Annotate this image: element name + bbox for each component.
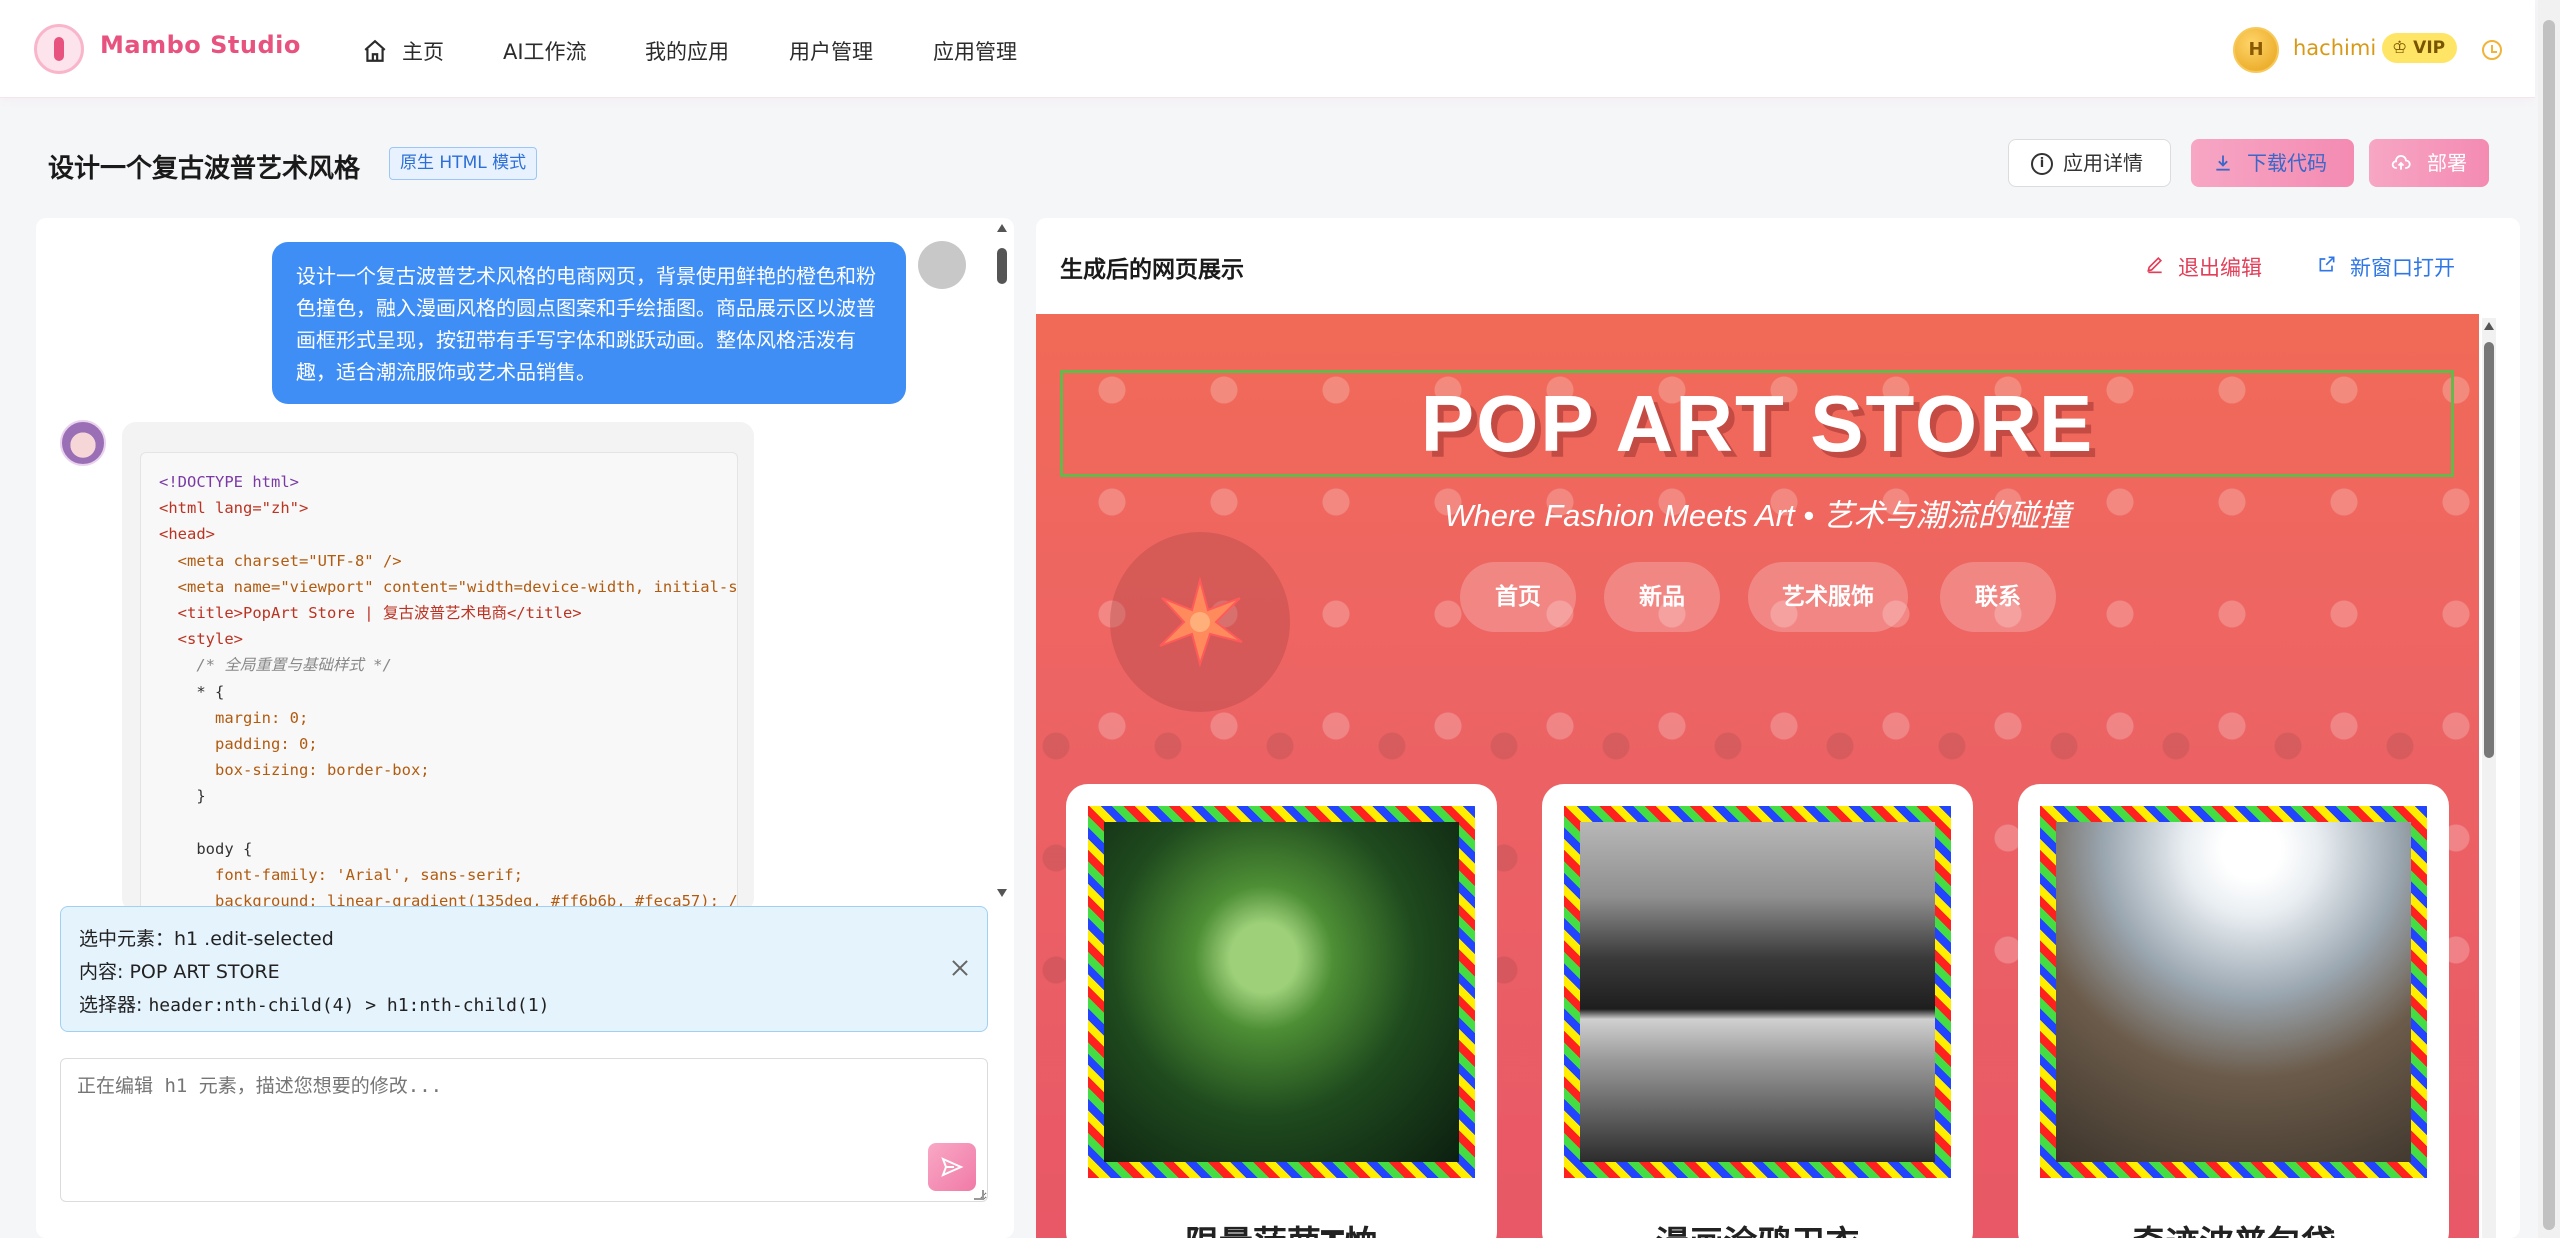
- site-nav-contact[interactable]: 联系: [1940, 562, 2056, 632]
- send-icon: [941, 1157, 964, 1177]
- vip-label: VIP: [2413, 38, 2446, 58]
- preview-title: 生成后的网页展示: [1060, 257, 1244, 283]
- selected-content-label: 内容:: [79, 961, 130, 983]
- open-new-window-button[interactable]: 新窗口打开: [2314, 252, 2455, 282]
- site-nav-art-clothing[interactable]: 艺术服饰: [1748, 562, 1908, 632]
- assistant-message: <!DOCTYPE html> <html lang="zh"> <head> …: [122, 422, 754, 912]
- deploy-button[interactable]: 部署: [2369, 139, 2489, 187]
- code-content: <!DOCTYPE html> <html lang="zh"> <head> …: [141, 453, 737, 912]
- download-code-button[interactable]: 下载代码: [2191, 139, 2354, 187]
- product-image: [2056, 822, 2411, 1162]
- selected-element-line: 选中元素：h1 .edit-selected: [79, 923, 969, 956]
- product-card[interactable]: 限量菠萝T恤: [1066, 784, 1497, 1238]
- edit-description-input[interactable]: [60, 1058, 988, 1202]
- code-line: padding: 0;: [159, 735, 318, 754]
- resize-handle[interactable]: [974, 1190, 984, 1200]
- download-icon: [2216, 155, 2230, 171]
- cloud-upload-icon: [2391, 155, 2411, 170]
- home-icon[interactable]: [362, 38, 388, 64]
- code-line: }: [159, 787, 206, 806]
- app-detail-button[interactable]: i 应用详情: [2008, 139, 2171, 187]
- selected-selector-label: 选择器:: [79, 994, 149, 1016]
- product-title: 限量菠萝T恤: [1066, 1216, 1497, 1238]
- code-line: margin: 0;: [159, 708, 309, 727]
- scroll-up-icon[interactable]: [997, 224, 1007, 232]
- code-line: <meta name="viewport" content="width=dev…: [159, 577, 738, 596]
- pop-frame: [2040, 806, 2427, 1178]
- code-line: <style>: [159, 630, 243, 649]
- vip-badge: ♔ VIP: [2382, 33, 2458, 63]
- info-icon: i: [2031, 153, 2053, 175]
- preview-viewport: POP ART STORE Where Fashion Meets Art • …: [1036, 314, 2479, 1238]
- code-line: <html lang="zh">: [159, 499, 309, 518]
- brand-name[interactable]: Mambo Studio: [100, 31, 301, 59]
- user-avatar[interactable]: H: [2233, 27, 2279, 73]
- user-message: 设计一个复古波普艺术风格的电商网页，背景使用鲜艳的橙色和粉色撞色，融入漫画风格的…: [272, 242, 906, 404]
- close-icon[interactable]: [951, 959, 969, 977]
- selected-selector-line: 选择器: header:nth-child(4) > h1:nth-child(…: [79, 989, 969, 1022]
- selected-content-value: POP ART STORE: [129, 961, 280, 983]
- download-code-label: 下载代码: [2247, 151, 2327, 175]
- site-nav-new[interactable]: 新品: [1604, 562, 1720, 632]
- nav-app-management[interactable]: 应用管理: [933, 37, 1017, 67]
- selected-content-line: 内容: POP ART STORE: [79, 956, 969, 989]
- selected-element-value: h1 .edit-selected: [174, 928, 334, 950]
- assistant-avatar: [60, 420, 106, 466]
- code-line: box-sizing: border-box;: [159, 761, 430, 780]
- code-line: <meta charset="UTF-8" />: [159, 551, 402, 570]
- chat-scrollbar[interactable]: [995, 222, 1009, 902]
- nav-my-apps[interactable]: 我的应用: [645, 37, 729, 67]
- code-line: <title>PopArt Store | 复古波普艺术电商</title>: [159, 604, 582, 623]
- product-title: 奇迹波普包袋: [2018, 1216, 2449, 1238]
- nav-user-management[interactable]: 用户管理: [789, 37, 873, 67]
- product-card[interactable]: 漫画涂鸦卫衣: [1542, 784, 1973, 1238]
- preview-scrollbar[interactable]: [2482, 318, 2496, 1238]
- mode-badge: 原生 HTML 模式: [389, 147, 538, 180]
- code-block[interactable]: <!DOCTYPE html> <html lang="zh"> <head> …: [140, 452, 738, 912]
- product-image: [1580, 822, 1935, 1162]
- deploy-label: 部署: [2427, 151, 2467, 175]
- brand-logo-icon[interactable]: [34, 24, 84, 74]
- selected-element-label: 选中元素：: [79, 928, 175, 950]
- scroll-up-icon[interactable]: [2484, 322, 2494, 330]
- product-title: 漫画涂鸦卫衣: [1542, 1216, 1973, 1238]
- selected-element-card: 选中元素：h1 .edit-selected 内容: POP ART STORE…: [60, 906, 988, 1032]
- selected-selector-value: header:nth-child(4) > h1:nth-child(1): [148, 995, 550, 1016]
- send-button[interactable]: [928, 1143, 976, 1191]
- site-nav-home[interactable]: 首页: [1460, 562, 1576, 632]
- pop-frame: [1088, 806, 1475, 1178]
- chat-scrollbar-thumb[interactable]: [997, 248, 1007, 284]
- app-detail-label: 应用详情: [2063, 151, 2143, 175]
- exit-edit-button[interactable]: 退出编辑: [2142, 252, 2262, 282]
- scroll-down-icon[interactable]: [997, 889, 1007, 897]
- code-line: <!DOCTYPE html>: [159, 473, 299, 491]
- starburst-icon: [1159, 576, 1243, 668]
- code-line: <head>: [159, 525, 215, 544]
- code-line: /* 全局重置与基础样式 */: [159, 656, 392, 675]
- site-title[interactable]: POP ART STORE: [1036, 378, 2479, 470]
- code-line: * {: [159, 682, 225, 701]
- page-title: 设计一个复古波普艺术风格: [48, 154, 361, 184]
- product-card[interactable]: 奇迹波普包袋: [2018, 784, 2449, 1238]
- code-line: font-family: 'Arial', sans-serif;: [159, 866, 523, 885]
- preview-scrollbar-thumb[interactable]: [2484, 342, 2494, 758]
- user-chat-avatar: [918, 241, 966, 289]
- product-image: [1104, 822, 1459, 1162]
- clock-icon[interactable]: [2482, 40, 2502, 60]
- site-subtitle: Where Fashion Meets Art • 艺术与潮流的碰撞: [1444, 498, 2071, 533]
- username[interactable]: hachimi: [2293, 36, 2376, 60]
- nav-ai-workflow[interactable]: AI工作流: [503, 37, 587, 67]
- pop-frame: [1564, 806, 1951, 1178]
- nav-home[interactable]: 主页: [402, 37, 444, 67]
- page-scrollbar-thumb[interactable]: [2543, 20, 2555, 1230]
- code-line: body {: [159, 839, 253, 858]
